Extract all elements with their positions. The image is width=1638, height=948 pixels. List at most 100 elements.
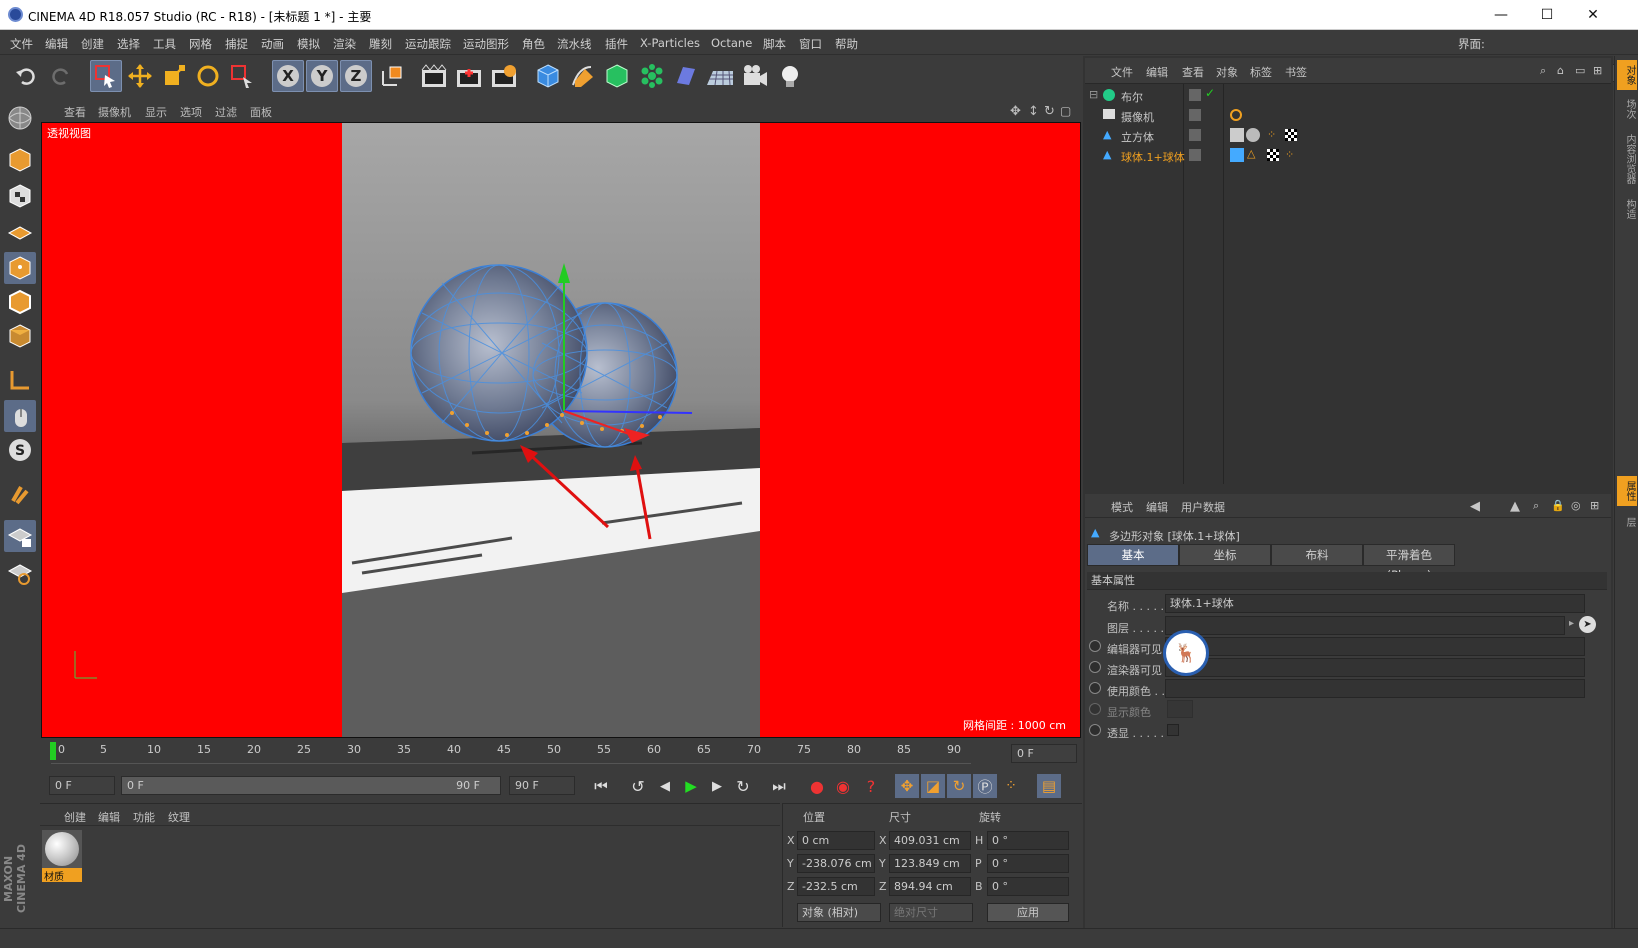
layer-field[interactable] <box>1165 616 1565 635</box>
apply-button[interactable]: 应用 <box>987 903 1069 922</box>
current-frame-field[interactable]: 0 F <box>1011 744 1077 763</box>
menu-character[interactable]: 角色 <box>522 36 545 52</box>
size-mode-select[interactable]: 绝对尺寸 <box>889 903 973 922</box>
pen-spline-icon[interactable] <box>566 60 598 92</box>
object-row-camera[interactable]: 摄像机 <box>1085 106 1611 126</box>
tab-phong[interactable]: 平滑着色(Phong) <box>1363 544 1455 582</box>
target-icon[interactable]: ◎ <box>1571 499 1581 512</box>
om-menu-file[interactable]: 文件 <box>1111 64 1133 80</box>
layer-icon[interactable] <box>1189 109 1201 121</box>
attr-maximize-icon[interactable]: ⊞ <box>1590 499 1599 512</box>
menu-select[interactable]: 选择 <box>117 36 140 52</box>
up-arrow-icon[interactable]: ▲ <box>1510 499 1520 514</box>
side-tab-attributes[interactable]: 属性 <box>1617 476 1637 506</box>
om-search-icon[interactable]: ⌕ <box>1540 64 1546 78</box>
menu-tools[interactable]: 工具 <box>153 36 176 52</box>
minimize-button[interactable]: — <box>1478 0 1524 30</box>
viewport-menu-display[interactable]: 显示 <box>145 104 167 120</box>
layer-pick-icon[interactable]: ➤ <box>1579 616 1596 633</box>
viewport-move-icon[interactable]: ✥ <box>1010 104 1021 119</box>
menu-mograph[interactable]: 运动图形 <box>463 36 509 52</box>
selection-tag-icon[interactable]: ⁘ <box>1267 128 1276 141</box>
select-tool-icon[interactable] <box>226 60 258 92</box>
texture-tag-icon[interactable] <box>1267 149 1279 161</box>
om-menu-bookmarks[interactable]: 书签 <box>1285 64 1307 80</box>
record-active-icon[interactable]: ● <box>805 774 829 798</box>
camera-tag-icon[interactable] <box>1230 109 1242 121</box>
end-frame-field[interactable]: 90 F <box>509 776 575 795</box>
coord-mode-select[interactable]: 对象 (相对) <box>797 903 881 922</box>
previous-key-icon[interactable]: ↺ <box>626 774 650 798</box>
layer-icon[interactable] <box>1189 149 1201 161</box>
viewport-menu-panel[interactable]: 面板 <box>250 104 272 120</box>
lock-workplane-icon[interactable] <box>4 520 36 552</box>
next-key-icon[interactable]: ↻ <box>731 774 755 798</box>
go-to-end-icon[interactable]: ⏭ <box>767 774 791 798</box>
subdivision-surface-icon[interactable] <box>601 60 633 92</box>
planar-workplane-icon[interactable] <box>4 556 36 588</box>
key-rotation-icon[interactable]: ↻ <box>947 774 971 798</box>
rotation-p-field[interactable]: 0 ° <box>987 854 1069 873</box>
attr-search-icon[interactable]: ⌕ <box>1533 499 1539 513</box>
menu-xparticles[interactable]: X-Particles <box>640 36 700 50</box>
om-maximize-icon[interactable]: ⊞ <box>1593 64 1602 77</box>
go-to-start-icon[interactable]: ⏮ <box>589 774 613 798</box>
side-tab-takes[interactable]: 场次 <box>1617 94 1637 124</box>
object-row-sphere-combined[interactable]: ▲ 球体.1+球体 △ ⁘ <box>1085 146 1611 166</box>
scale-icon[interactable] <box>158 60 190 92</box>
rotation-h-field[interactable]: 0 ° <box>987 831 1069 850</box>
menu-window[interactable]: 窗口 <box>799 36 822 52</box>
autokey-icon[interactable]: ◉ <box>831 774 855 798</box>
layer-icon[interactable] <box>1189 89 1201 101</box>
keyframe-selection-icon[interactable]: ? <box>859 774 883 798</box>
menu-help[interactable]: 帮助 <box>835 36 858 52</box>
tab-basic[interactable]: 基本 <box>1087 544 1179 566</box>
menu-script[interactable]: 脚本 <box>763 36 786 52</box>
workplane-icon[interactable] <box>4 216 36 248</box>
range-slider[interactable]: 0 F 90 F <box>121 776 501 795</box>
use-color-select[interactable] <box>1165 679 1585 698</box>
object-row-cube[interactable]: ▲ 立方体 ⁘ <box>1085 126 1611 146</box>
expand-icon[interactable]: ⊟ <box>1089 88 1098 101</box>
menu-snap[interactable]: 捕捉 <box>225 36 248 52</box>
menu-render[interactable]: 渲染 <box>333 36 356 52</box>
animation-radio-icon[interactable] <box>1089 661 1101 673</box>
material-thumbnail[interactable]: 材质 <box>42 830 82 883</box>
xray-checkbox[interactable] <box>1167 724 1179 736</box>
maximize-button[interactable]: ☐ <box>1524 0 1570 30</box>
size-x-field[interactable]: 409.031 cm <box>889 831 971 850</box>
menu-create[interactable]: 创建 <box>81 36 104 52</box>
editor-visible-select[interactable]: 默认 <box>1165 637 1585 656</box>
play-icon[interactable]: ▶ <box>679 774 703 798</box>
snap-icon[interactable]: S <box>4 434 36 466</box>
deformer-icon[interactable] <box>670 60 702 92</box>
menu-animate[interactable]: 动画 <box>261 36 284 52</box>
side-tab-structure[interactable]: 构造 <box>1617 194 1637 224</box>
start-frame-field[interactable]: 0 F <box>49 776 115 795</box>
attr-menu-mode[interactable]: 模式 <box>1111 499 1133 515</box>
side-tab-layers[interactable]: 层 <box>1617 510 1637 534</box>
timeline-ruler[interactable] <box>51 740 971 764</box>
magnet-icon[interactable] <box>4 478 36 510</box>
edges-mode-icon[interactable] <box>4 286 36 318</box>
side-tab-objects[interactable]: 对象 <box>1617 60 1637 90</box>
playhead[interactable] <box>50 742 56 760</box>
close-button[interactable]: ✕ <box>1570 0 1616 30</box>
om-menu-objects[interactable]: 对象 <box>1216 64 1238 80</box>
animation-radio-icon[interactable] <box>1089 724 1101 736</box>
redo-icon[interactable] <box>45 60 77 92</box>
om-minimize-icon[interactable]: ▭ <box>1575 64 1585 77</box>
menu-octane[interactable]: Octane <box>711 36 752 50</box>
phong-tag-icon[interactable]: △ <box>1247 147 1255 160</box>
animation-radio-icon[interactable] <box>1089 703 1101 715</box>
selection-tag-icon[interactable]: ⁘ <box>1285 148 1294 161</box>
viewport-zoom-icon[interactable]: ↕ <box>1028 104 1039 119</box>
render-visible-select[interactable] <box>1165 658 1585 677</box>
object-row-boole[interactable]: ⊟ 布尔 ✓ <box>1085 86 1611 106</box>
animation-radio-icon[interactable] <box>1089 682 1101 694</box>
position-x-field[interactable]: 0 cm <box>797 831 875 850</box>
menu-pipeline[interactable]: 流水线 <box>557 36 592 52</box>
texture-tag-icon[interactable] <box>1285 129 1297 141</box>
size-z-field[interactable]: 894.94 cm <box>889 877 971 896</box>
viewport-menu-filter[interactable]: 过滤 <box>215 104 237 120</box>
